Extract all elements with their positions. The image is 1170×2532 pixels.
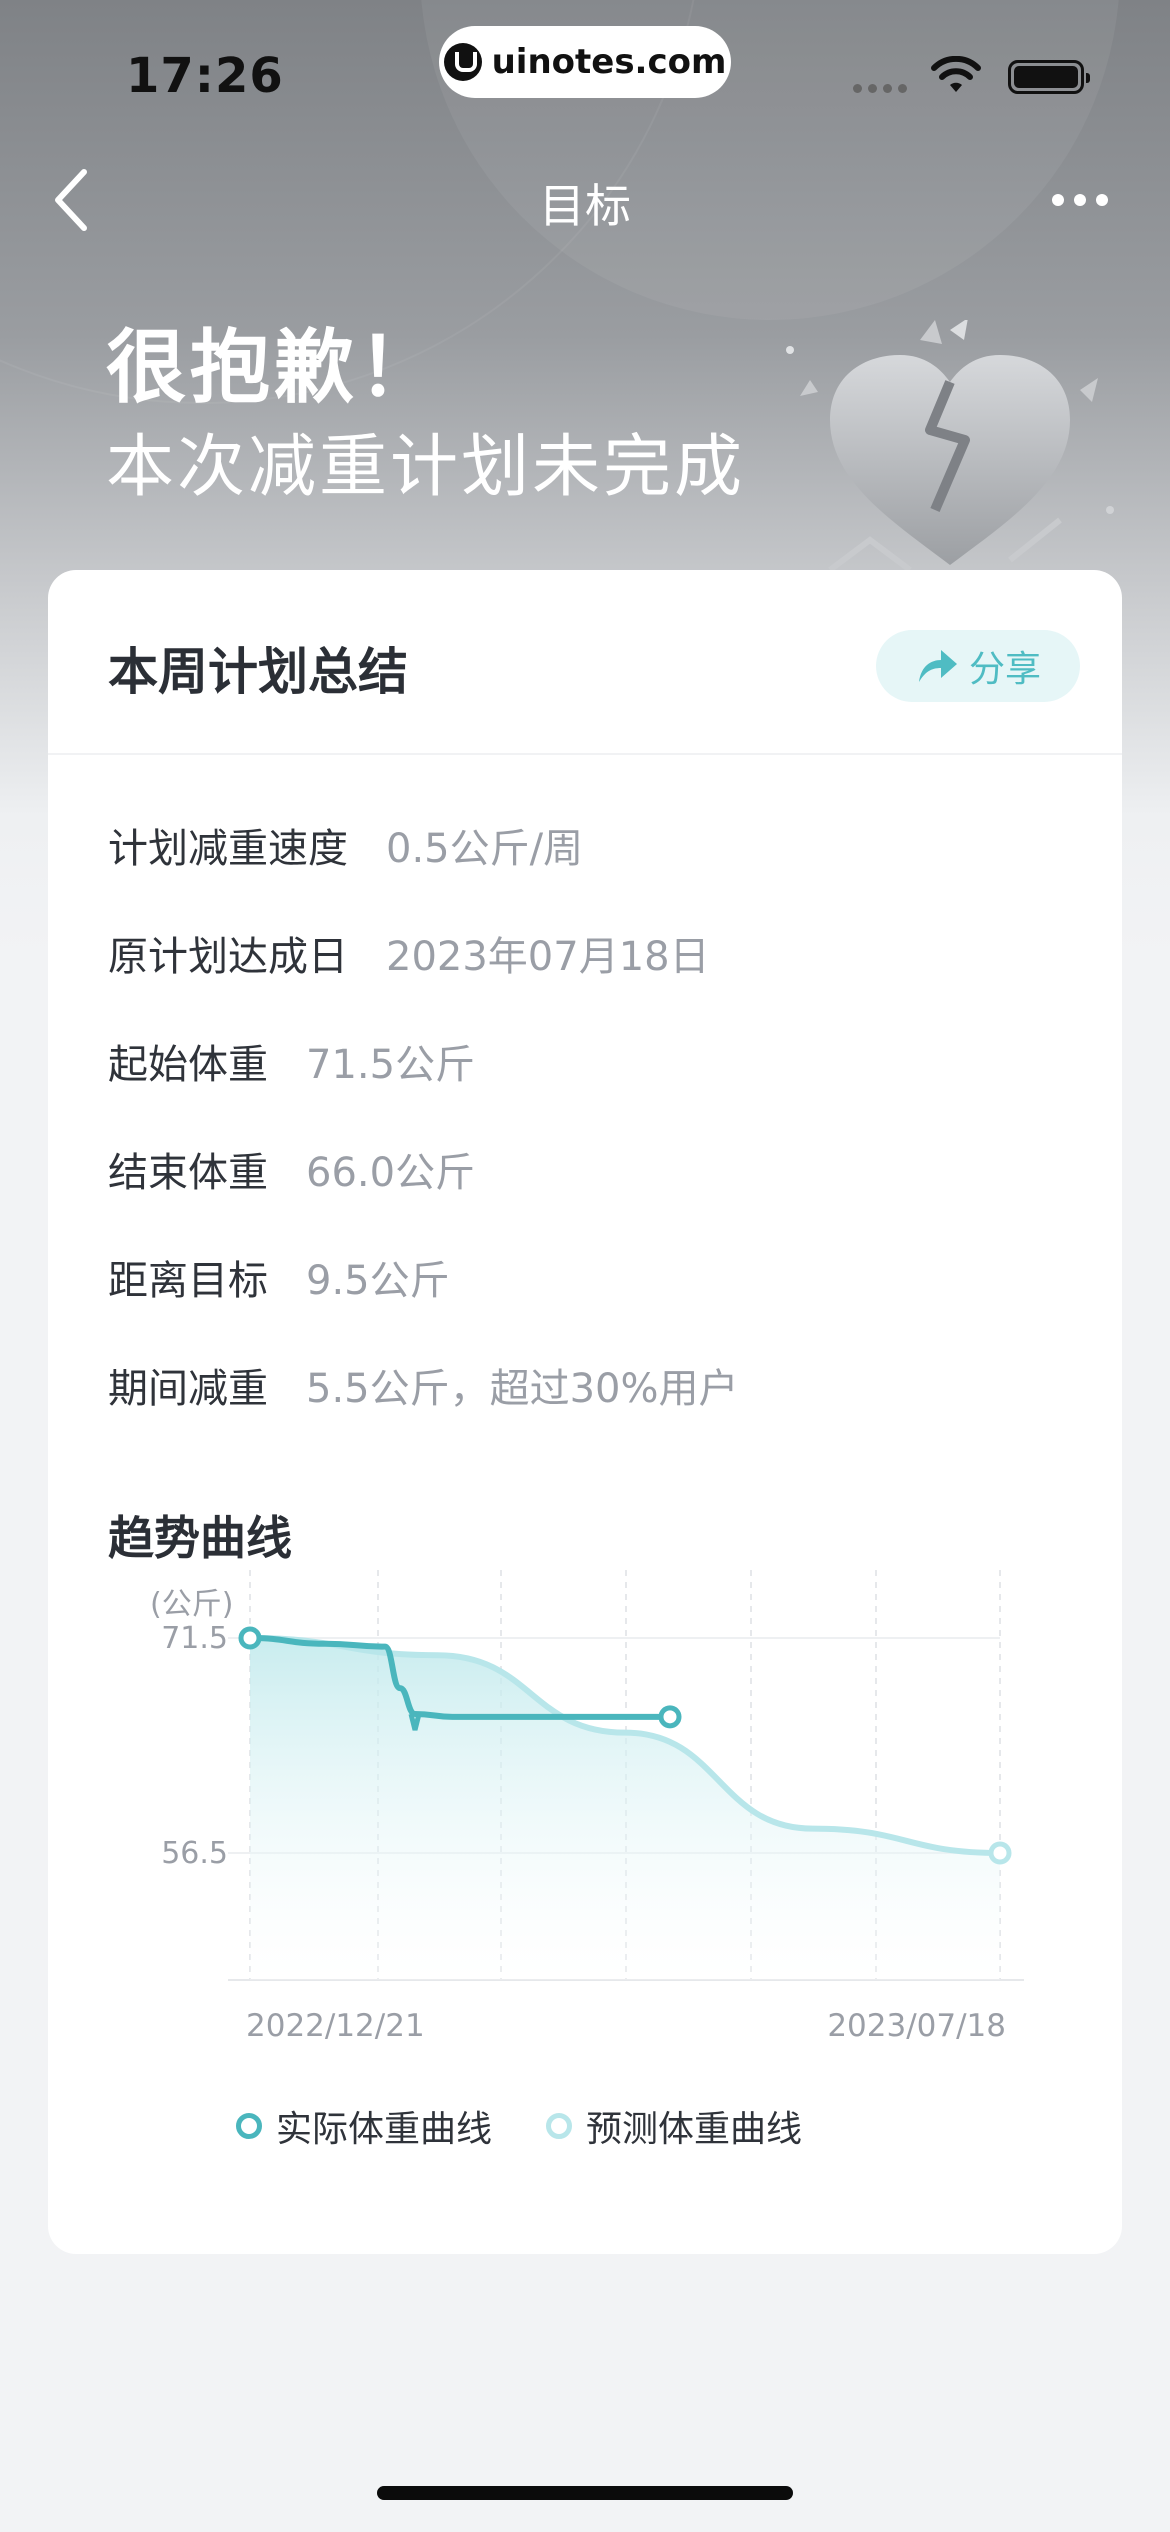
- chart-legend: 实际体重曲线 预测体重曲线: [236, 2100, 842, 2152]
- legend-swatch-predicted: [546, 2113, 573, 2139]
- legend-swatch-actual: [236, 2113, 262, 2139]
- legend-item-actual: 实际体重曲线: [236, 2100, 492, 2152]
- predicted-area-fill: [250, 1638, 1000, 1980]
- row-label: 起始体重: [108, 1042, 268, 1088]
- y-axis-unit-label: (公斤): [150, 1587, 233, 1622]
- row-end-weight: 结束体重 66.0公斤: [108, 1140, 475, 1198]
- share-arrow-icon: [918, 650, 957, 682]
- share-label: 分享: [968, 649, 1041, 690]
- page-title: 目标: [539, 179, 631, 233]
- url-pill[interactable]: uinotes.com: [439, 26, 731, 98]
- row-label: 原计划达成日: [108, 934, 348, 980]
- row-value: 2023年07月18日: [386, 934, 710, 980]
- row-label: 结束体重: [108, 1150, 268, 1196]
- status-time: 17:26: [126, 48, 284, 104]
- legend-label: 预测体重曲线: [586, 2109, 803, 2150]
- result-headline: 很抱歉！ 本次减重计划未完成: [106, 318, 745, 518]
- row-value: 5.5公斤，超过30%用户: [306, 1366, 739, 1412]
- row-value: 66.0公斤: [306, 1150, 476, 1196]
- actual-end-point: [658, 1705, 682, 1729]
- headline-sorry: 很抱歉！: [106, 321, 442, 414]
- card-header: 本周计划总结 分享: [48, 570, 1122, 755]
- site-logo-icon: [443, 43, 482, 81]
- headline-plan-failed: 本次减重计划未完成: [106, 428, 746, 507]
- cellular-signal-icon: [853, 84, 907, 93]
- legend-label: 实际体重曲线: [276, 2109, 493, 2150]
- row-label: 距离目标: [108, 1258, 268, 1304]
- weight-trend-chart: (公斤)71.5 56.5 2022/12/21 2023/07/18: [150, 1570, 1024, 2044]
- predicted-end-point: [988, 1841, 1012, 1865]
- row-distance-to-goal: 距离目标 9.5公斤: [108, 1248, 450, 1306]
- more-options-icon[interactable]: [1040, 180, 1120, 220]
- row-label: 期间减重: [108, 1366, 268, 1412]
- row-value: 9.5公斤: [306, 1258, 450, 1304]
- home-indicator: [377, 2486, 793, 2500]
- status-bar: 17:26 uinotes.com: [0, 0, 1170, 140]
- broken-heart-icon: [786, 320, 1114, 573]
- trend-section-title: 趋势曲线: [108, 1511, 292, 1565]
- card-title: 本周计划总结: [108, 643, 408, 701]
- row-plan-speed: 计划减重速度 0.5公斤/周: [108, 816, 583, 874]
- share-button[interactable]: 分享: [876, 630, 1080, 702]
- row-start-weight: 起始体重 71.5公斤: [108, 1032, 475, 1090]
- row-label: 计划减重速度: [108, 826, 348, 872]
- navigation-bar: 目标: [0, 140, 1170, 260]
- actual-start-point: [238, 1626, 262, 1650]
- url-text: uinotes.com: [491, 42, 727, 82]
- legend-item-predicted: 预测体重曲线: [546, 2100, 802, 2152]
- x-tick-label: 2023/07/18: [827, 2008, 1006, 2044]
- x-tick-label: 2022/12/21: [246, 2008, 425, 2044]
- row-value: 71.5公斤: [306, 1042, 476, 1088]
- row-period-loss: 期间减重 5.5公斤，超过30%用户: [108, 1356, 739, 1414]
- y-tick-label: 56.5: [161, 1836, 228, 1871]
- row-target-date: 原计划达成日 2023年07月18日: [108, 924, 710, 982]
- wifi-icon: [931, 56, 981, 92]
- row-value: 0.5公斤/周: [386, 826, 584, 872]
- y-tick-label: 71.5: [161, 1621, 228, 1656]
- battery-icon: [1008, 60, 1090, 94]
- plan-summary-card: 本周计划总结 分享 计划减重速度 0.5公斤/周 原计划达成日 2023年07月18…: [48, 570, 1122, 2254]
